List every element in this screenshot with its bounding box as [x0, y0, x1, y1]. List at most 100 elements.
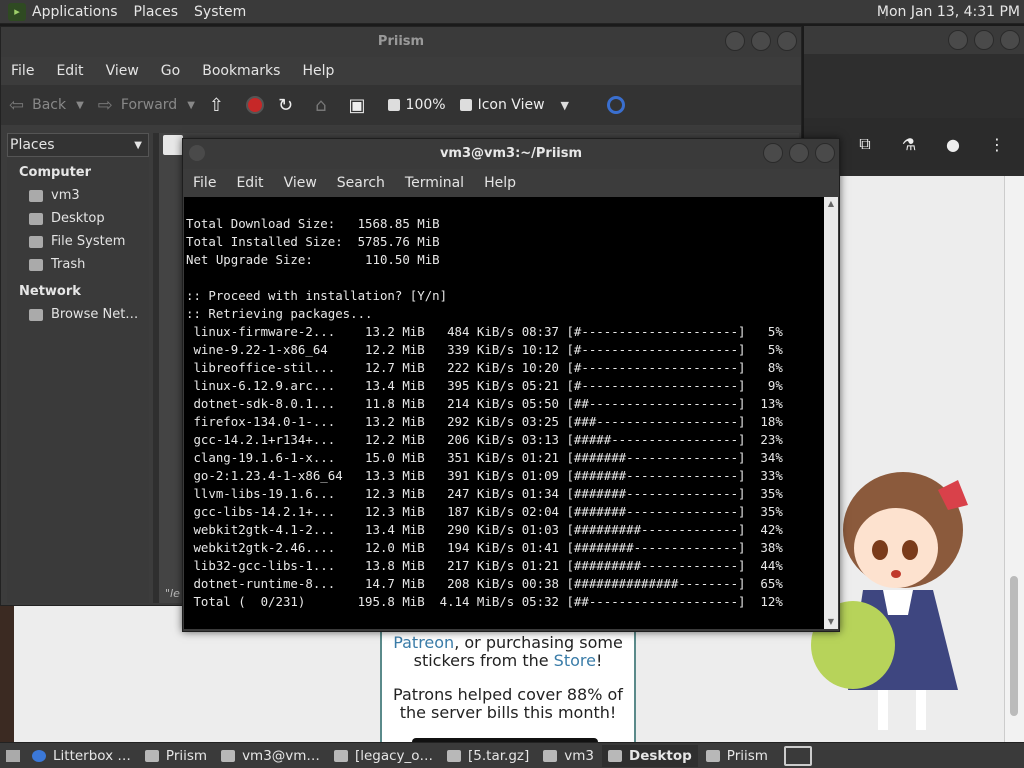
sidebar-item-vm3[interactable]: vm3 — [7, 184, 149, 207]
sidebar-item-label: vm3 — [51, 188, 80, 203]
terminal-output[interactable]: Total Download Size: 1568.85 MiB Total In… — [184, 197, 824, 629]
terminal-close-button[interactable] — [815, 143, 835, 163]
mascot-leg-left — [878, 690, 888, 730]
terminal-menu-file[interactable]: File — [193, 175, 216, 191]
sidebar-item-label: File System — [51, 234, 126, 249]
terminal-line: webkit2gtk-4.1-2... 13.4 MiB 290 KiB/s 0… — [186, 522, 783, 537]
taskbar-item[interactable]: [5.tar.gz] — [441, 745, 535, 767]
terminal-scrollbar[interactable]: ▲ ▼ — [824, 197, 838, 629]
fm-menu-edit[interactable]: Edit — [56, 63, 83, 79]
distro-logo-icon[interactable]: ▸ — [8, 2, 26, 21]
stop-button[interactable] — [246, 96, 264, 114]
up-arrow-icon: ⇧ — [208, 94, 224, 116]
extensions-icon[interactable]: ⧉ — [854, 133, 876, 155]
menu-applications[interactable]: Applications — [32, 4, 118, 20]
labs-flask-icon[interactable]: ⚗ — [898, 133, 920, 155]
menu-system[interactable]: System — [194, 4, 246, 20]
forward-button[interactable]: ⇨ Forward ▼ — [98, 95, 195, 116]
terminal-line: go-2:1.23.4-1-x86_64 13.3 MiB 391 KiB/s … — [186, 468, 783, 483]
scroll-down-icon[interactable]: ▼ — [826, 617, 836, 627]
desktop-folder-icon — [29, 212, 43, 225]
workspace-switcher[interactable] — [783, 745, 812, 766]
terminal-maximize-button[interactable] — [789, 143, 809, 163]
folder-icon — [608, 749, 623, 762]
back-button[interactable]: ⇦ Back ▼ — [9, 95, 84, 116]
fm-maximize-button[interactable] — [751, 31, 771, 51]
terminal-menu-help[interactable]: Help — [484, 175, 516, 191]
folder-icon — [144, 749, 159, 762]
fm-menu-view[interactable]: View — [106, 63, 139, 79]
sidebar-item-trash[interactable]: Trash — [7, 253, 149, 276]
taskbar-item[interactable]: vm3 — [537, 745, 600, 767]
mascot-collar — [883, 590, 913, 615]
terminal-line: linux-6.12.9.arc... 13.4 MiB 395 KiB/s 0… — [186, 378, 783, 393]
patreon-link[interactable]: Patreon — [393, 633, 454, 652]
scroll-up-icon[interactable]: ▲ — [826, 199, 836, 209]
fm-menu-go[interactable]: Go — [161, 63, 180, 79]
taskbar-item-label: Litterbox … — [53, 747, 131, 764]
sidebar-section-computer: Computer — [19, 165, 92, 180]
fm-menu-bookmarks[interactable]: Bookmarks — [202, 63, 280, 79]
taskbar-item[interactable]: Priism — [139, 745, 213, 767]
taskbar-item[interactable]: Priism — [700, 745, 774, 767]
taskbar-item[interactable]: [legacy_o… — [328, 745, 439, 767]
terminal-menu-search[interactable]: Search — [337, 175, 385, 191]
sidebar-item-label: Browse Net… — [51, 307, 139, 322]
home-button[interactable]: ⌂ — [315, 95, 334, 116]
browser-titlebar — [804, 26, 1024, 54]
taskbar-item[interactable]: Desktop — [602, 744, 698, 767]
fm-close-button[interactable] — [777, 31, 797, 51]
up-button[interactable]: ⇧ — [209, 95, 232, 116]
close-button[interactable] — [1000, 30, 1020, 50]
terminal-window-menu-button[interactable] — [189, 145, 205, 161]
menu-places[interactable]: Places — [134, 4, 179, 20]
mascot-eye-left — [872, 540, 888, 560]
menu-kebab-icon[interactable]: ⋮ — [986, 133, 1008, 155]
zoom-out-button[interactable]: 100% — [387, 97, 446, 113]
terminal-line: llvm-libs-19.1.6... 12.3 MiB 247 KiB/s 0… — [186, 486, 783, 501]
computer-icon: ▣ — [348, 94, 366, 116]
maximize-button[interactable] — [974, 30, 994, 50]
fm-minimize-button[interactable] — [725, 31, 745, 51]
sidebar-item-filesystem[interactable]: File System — [7, 230, 149, 253]
terminal-menu-view[interactable]: View — [284, 175, 317, 191]
scrollbar-thumb[interactable] — [1010, 576, 1018, 716]
terminal-line: Total ( 0/231) 195.8 MiB 4.14 MiB/s 05:3… — [186, 594, 783, 609]
network-icon — [29, 308, 43, 321]
sidebar-item-browse-network[interactable]: Browse Net… — [7, 303, 149, 326]
profile-icon[interactable]: ● — [942, 133, 964, 155]
page-left-image — [0, 606, 14, 742]
back-dropdown-icon[interactable]: ▼ — [76, 100, 84, 111]
store-link[interactable]: Store — [554, 651, 596, 670]
show-desktop-icon[interactable] — [6, 749, 20, 762]
computer-button[interactable]: ▣ — [349, 95, 374, 116]
clock[interactable]: Mon Jan 13, 4:31 PM — [877, 4, 1020, 20]
fm-title: Priism — [377, 34, 425, 49]
terminal-line: lib32-gcc-libs-1... 13.8 MiB 217 KiB/s 0… — [186, 558, 783, 573]
sidebar-header-label: Places — [10, 137, 55, 153]
forward-dropdown-icon[interactable]: ▼ — [187, 100, 195, 111]
view-mode-select[interactable]: Icon View ▼ — [459, 97, 569, 113]
taskbar-item-label: [5.tar.gz] — [468, 747, 530, 764]
terminal-minimize-button[interactable] — [763, 143, 783, 163]
sidebar-header[interactable]: Places ▼ — [7, 133, 149, 157]
terminal-menu-terminal[interactable]: Terminal — [405, 175, 464, 191]
reload-button[interactable]: ↻ — [278, 95, 301, 116]
fm-menu-help[interactable]: Help — [302, 63, 334, 79]
fm-titlebar[interactable]: Priism — [1, 27, 801, 57]
sidebar-dropdown-icon[interactable]: ▼ — [134, 140, 142, 151]
terminal-titlebar[interactable]: vm3@vm3:~/Priism — [183, 139, 839, 169]
browser-scrollbar[interactable] — [1004, 176, 1024, 742]
search-icon[interactable] — [606, 96, 625, 114]
taskbar-item[interactable]: Litterbox … — [26, 745, 137, 767]
fm-menu-file[interactable]: File — [11, 63, 34, 79]
archive-icon — [333, 749, 348, 762]
file-tab-icon[interactable] — [163, 135, 183, 155]
taskbar-item[interactable]: vm3@vm… — [215, 745, 326, 767]
terminal-icon — [221, 749, 236, 762]
terminal-menu-edit[interactable]: Edit — [236, 175, 263, 191]
minimize-button[interactable] — [948, 30, 968, 50]
sidebar-item-desktop[interactable]: Desktop — [7, 207, 149, 230]
zoom-in-icon[interactable] — [459, 99, 472, 111]
taskbar-item-label: vm3 — [564, 747, 595, 764]
